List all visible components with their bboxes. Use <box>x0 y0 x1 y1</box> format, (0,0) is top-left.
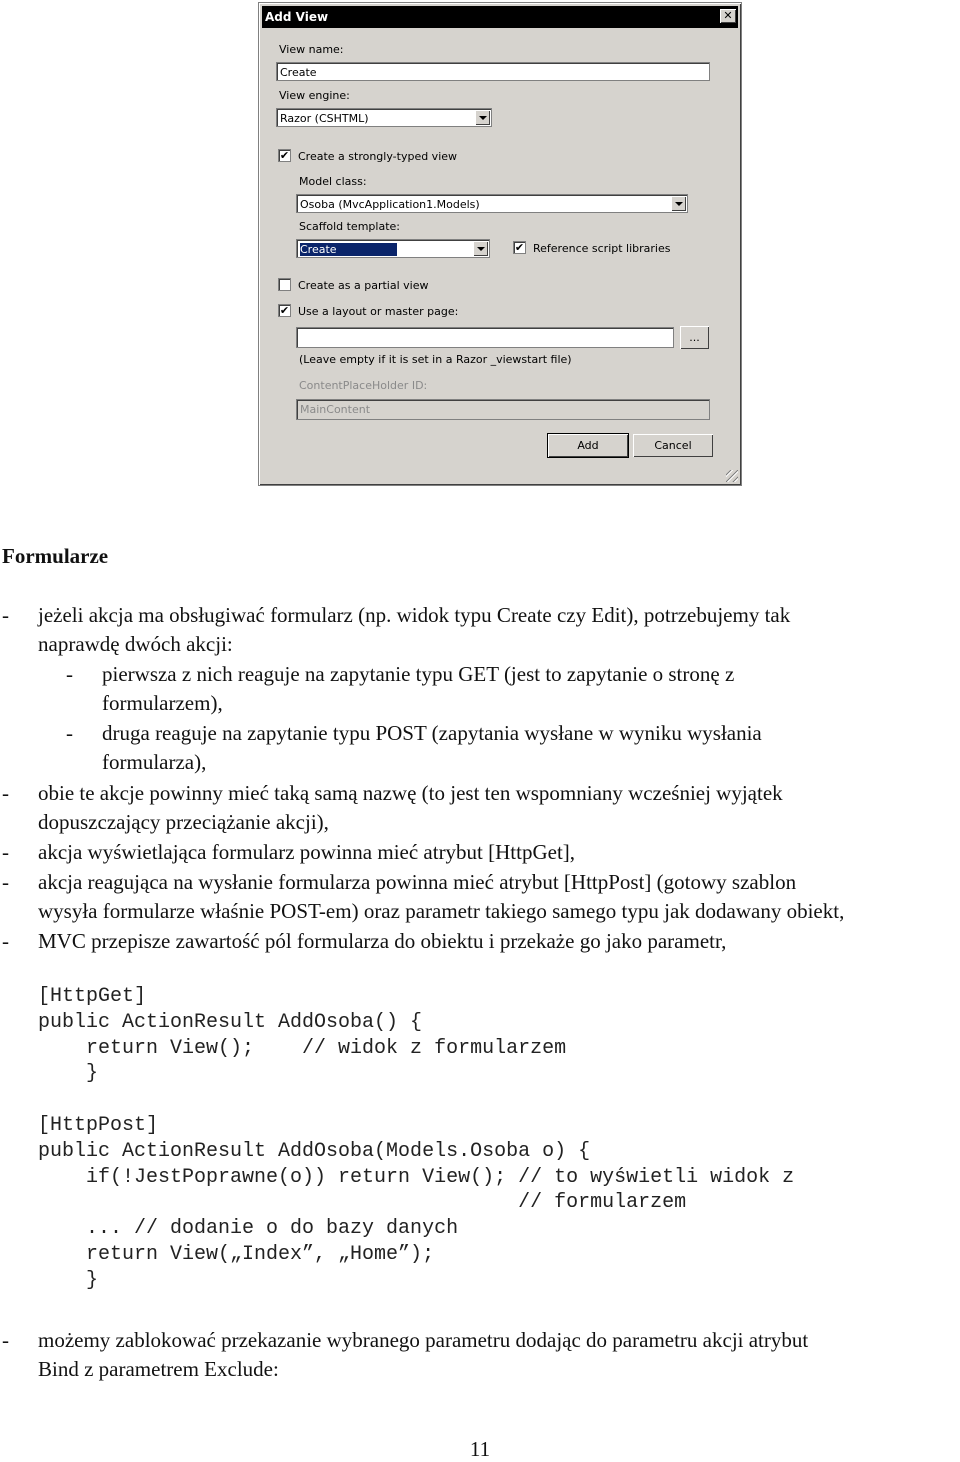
code-line: public ActionResult AddOsoba(Models.Osob… <box>38 1140 591 1163</box>
partial-view-checkbox[interactable] <box>278 278 291 291</box>
bullet-dash: - <box>2 1328 9 1352</box>
code-line: return View(); // widok z formularzem <box>38 1037 567 1060</box>
placeholder-id-label: ContentPlaceHolder ID: <box>299 379 428 392</box>
chevron-down-icon[interactable] <box>473 241 488 256</box>
partial-view-label: Create as a partial view <box>298 279 429 292</box>
scaffold-template-select[interactable]: Create <box>296 239 490 258</box>
bullet-dash: - <box>2 870 9 894</box>
layout-checkbox[interactable]: ✔ <box>278 304 291 317</box>
code-line: [HttpPost] <box>38 1114 159 1137</box>
view-engine-value: Razor (CSHTML) <box>280 112 369 125</box>
view-engine-label: View engine: <box>279 89 350 102</box>
bullet-dash: - <box>2 603 9 627</box>
paragraph-line: formularzem), <box>102 691 223 715</box>
view-name-value: Create <box>280 66 317 79</box>
dialog-titlebar: Add View ✕ <box>262 6 738 28</box>
layout-label: Use a layout or master page: <box>298 305 459 318</box>
paragraph-line: Bind z parametrem Exclude: <box>38 1357 279 1381</box>
strongly-typed-checkbox[interactable]: ✔ <box>278 149 291 162</box>
paragraph-line: naprawdę dwóch akcji: <box>38 632 233 656</box>
code-line: // formularzem <box>38 1191 687 1214</box>
scaffold-template-value: Create <box>299 242 398 257</box>
bullet-dash: - <box>2 781 9 805</box>
view-engine-select[interactable]: Razor (CSHTML) <box>276 108 492 127</box>
code-line: } <box>38 1062 99 1085</box>
bullet-dash: - <box>66 662 73 686</box>
code-line: if(!JestPoprawne(o)) return View(); // t… <box>38 1166 795 1189</box>
code-line: } <box>38 1269 99 1292</box>
placeholder-id-value: MainContent <box>300 403 371 416</box>
browse-button[interactable]: ... <box>680 326 709 349</box>
paragraph-line: wysyła formularze właśnie POST-em) oraz … <box>38 899 845 923</box>
page-number: 11 <box>469 1437 491 1461</box>
bullet-dash: - <box>2 929 9 953</box>
layout-hint: (Leave empty if it is set in a Razor _vi… <box>299 353 572 366</box>
dialog-title: Add View <box>265 10 329 24</box>
view-name-label: View name: <box>279 43 344 56</box>
paragraph-line: MVC przepisze zawartość pól formularza d… <box>38 929 727 953</box>
resize-grip-icon[interactable] <box>726 470 738 482</box>
placeholder-id-input[interactable]: MainContent <box>296 399 710 420</box>
chevron-down-icon[interactable] <box>671 196 686 211</box>
bullet-dash: - <box>66 721 73 745</box>
paragraph-line: jeżeli akcja ma obsługiwać formularz (np… <box>38 603 791 627</box>
chevron-down-icon[interactable] <box>475 110 490 125</box>
model-class-select[interactable]: Osoba (MvcApplication1.Models) <box>296 194 688 213</box>
model-class-value: Osoba (MvcApplication1.Models) <box>300 198 480 211</box>
paragraph-line: możemy zablokować przekazanie wybranego … <box>38 1328 809 1352</box>
paragraph-line: obie te akcje powinny mieć taką samą naz… <box>38 781 783 805</box>
bullet-dash: - <box>2 840 9 864</box>
add-view-dialog: Add View ✕ View name: Create View engine… <box>258 2 742 486</box>
add-button[interactable]: Add <box>547 433 629 458</box>
section-heading: Formularze <box>2 544 109 568</box>
view-name-input[interactable]: Create <box>276 62 710 81</box>
reference-scripts-label: Reference script libraries <box>533 242 671 255</box>
strongly-typed-label: Create a strongly-typed view <box>298 150 458 163</box>
cancel-button[interactable]: Cancel <box>633 434 713 457</box>
paragraph-line: pierwsza z nich reaguje na zapytanie typ… <box>102 662 735 686</box>
code-line: return View(„Index”, „Home”); <box>38 1243 435 1266</box>
close-icon[interactable]: ✕ <box>720 9 736 23</box>
layout-path-input[interactable] <box>296 327 674 348</box>
code-line: [HttpGet] <box>38 985 147 1008</box>
paragraph-line: druga reaguje na zapytanie typu POST (za… <box>102 721 762 745</box>
paragraph-line: formularza), <box>102 750 207 774</box>
scaffold-template-label: Scaffold template: <box>299 220 400 233</box>
paragraph-line: akcja wyświetlająca formularz powinna mi… <box>38 840 576 864</box>
code-line: ... // dodanie o do bazy danych <box>38 1217 459 1240</box>
paragraph-line: dopuszczający przeciążanie akcji), <box>38 810 329 834</box>
paragraph-line: akcja reagująca na wysłanie formularza p… <box>38 870 797 894</box>
code-line: public ActionResult AddOsoba() { <box>38 1011 423 1034</box>
reference-scripts-checkbox[interactable]: ✔ <box>513 241 526 254</box>
model-class-label: Model class: <box>299 175 367 188</box>
